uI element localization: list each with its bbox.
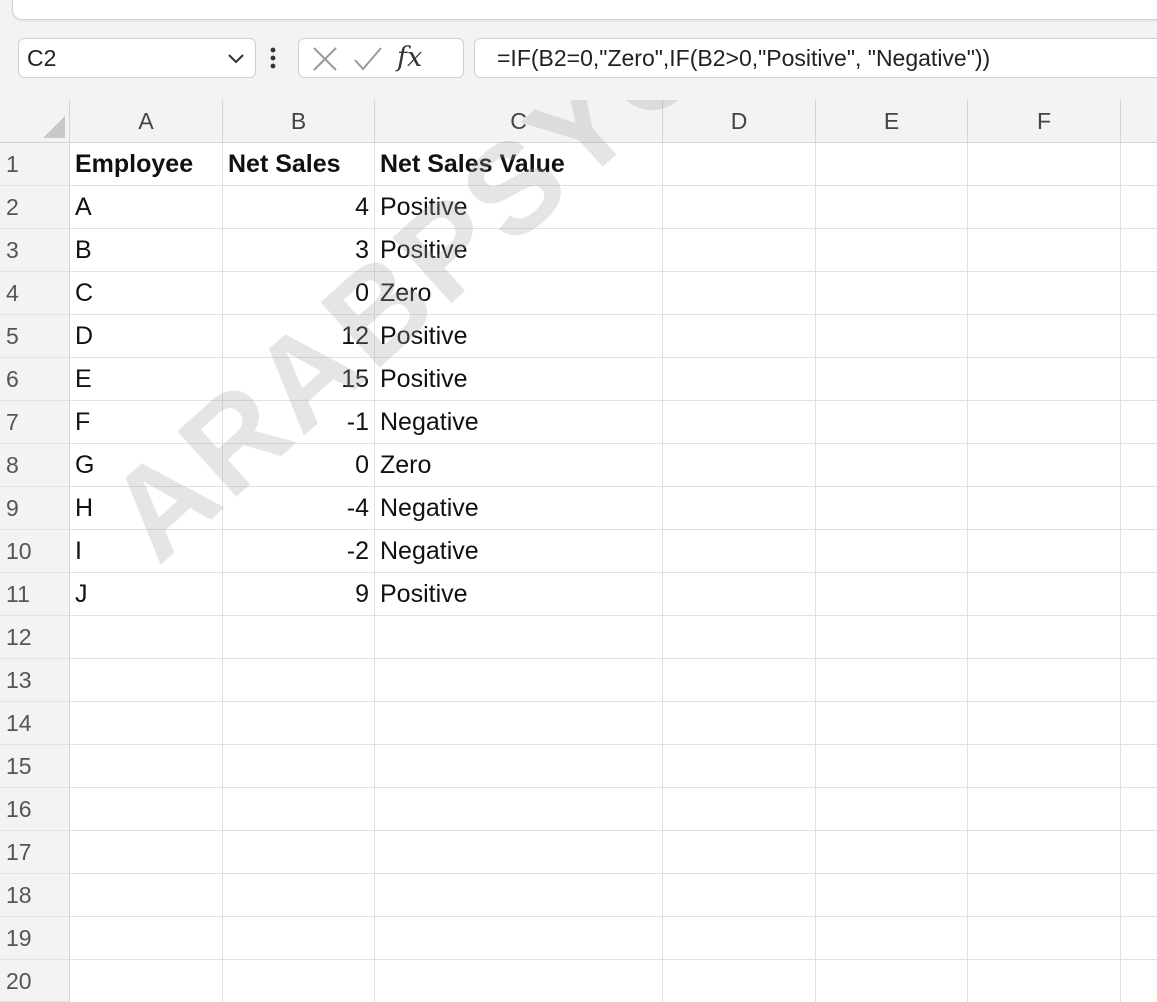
name-box[interactable]: C2	[18, 38, 256, 78]
row-header-2[interactable]: 2	[0, 186, 70, 229]
row-header-15[interactable]: 15	[0, 745, 70, 788]
cell-a6[interactable]: E	[70, 358, 223, 401]
row-header-6[interactable]: 6	[0, 358, 70, 401]
cell-c8[interactable]: Zero	[375, 444, 663, 487]
cell-a9[interactable]: H	[70, 487, 223, 530]
cell-b8[interactable]: 0	[223, 444, 375, 487]
insert-function-icon[interactable]: fx	[397, 41, 457, 77]
row-header-17[interactable]: 17	[0, 831, 70, 874]
cell-c9[interactable]: Negative	[375, 487, 663, 530]
column-header-b[interactable]: B	[223, 100, 375, 143]
row-header-14[interactable]: 14	[0, 702, 70, 745]
cell-a8[interactable]: G	[70, 444, 223, 487]
cell-b7[interactable]: -1	[223, 401, 375, 444]
more-vertical-icon[interactable]	[268, 41, 278, 75]
row-header-11[interactable]: 11	[0, 573, 70, 616]
column-header-c[interactable]: C	[375, 100, 663, 143]
cell-b10[interactable]: -2	[223, 530, 375, 573]
row-header-20[interactable]: 20	[0, 960, 70, 1002]
cell-b1[interactable]: Net Sales	[223, 143, 375, 186]
spreadsheet-grid[interactable]: A B C D E F 1 2 3 4 5 6 7 8 9 10 11 12 1…	[0, 100, 1157, 1002]
cell-c6[interactable]: Positive	[375, 358, 663, 401]
row-header-12[interactable]: 12	[0, 616, 70, 659]
row-header-5[interactable]: 5	[0, 315, 70, 358]
cell-a11[interactable]: J	[70, 573, 223, 616]
cell-b11[interactable]: 9	[223, 573, 375, 616]
cell-a10[interactable]: I	[70, 530, 223, 573]
cell-c10[interactable]: Negative	[375, 530, 663, 573]
cell-c3[interactable]: Positive	[375, 229, 663, 272]
column-header-d[interactable]: D	[663, 100, 816, 143]
cell-c2[interactable]: Positive	[375, 186, 663, 229]
cell-b2[interactable]: 4	[223, 186, 375, 229]
cell-b5[interactable]: 12	[223, 315, 375, 358]
cell-c11[interactable]: Positive	[375, 573, 663, 616]
row-header-19[interactable]: 19	[0, 917, 70, 960]
cell-b9[interactable]: -4	[223, 487, 375, 530]
select-all-triangle-icon	[43, 116, 65, 138]
column-header-f[interactable]: F	[968, 100, 1121, 143]
row-header-3[interactable]: 3	[0, 229, 70, 272]
cell-a7[interactable]: F	[70, 401, 223, 444]
cell-a4[interactable]: C	[70, 272, 223, 315]
formula-text[interactable]: =IF(B2=0,"Zero",IF(B2>0,"Positive", "Neg…	[497, 45, 990, 72]
row-header-4[interactable]: 4	[0, 272, 70, 315]
row-header-16[interactable]: 16	[0, 788, 70, 831]
cell-a1[interactable]: Employee	[70, 143, 223, 186]
row-header-9[interactable]: 9	[0, 487, 70, 530]
column-header-g[interactable]	[1121, 100, 1157, 143]
cell-c7[interactable]: Negative	[375, 401, 663, 444]
cell-c1[interactable]: Net Sales Value	[375, 143, 663, 186]
ribbon-card-edge	[12, 0, 1157, 20]
cell-b6[interactable]: 15	[223, 358, 375, 401]
top-strip	[0, 0, 1157, 22]
column-header-e[interactable]: E	[816, 100, 968, 143]
cell-b4[interactable]: 0	[223, 272, 375, 315]
row-header-8[interactable]: 8	[0, 444, 70, 487]
name-box-value[interactable]: C2	[27, 45, 56, 72]
column-header-a[interactable]: A	[70, 100, 223, 143]
chevron-down-icon[interactable]	[227, 51, 245, 67]
cell-a5[interactable]: D	[70, 315, 223, 358]
row-header-10[interactable]: 10	[0, 530, 70, 573]
cell-b3[interactable]: 3	[223, 229, 375, 272]
row-header-18[interactable]: 18	[0, 874, 70, 917]
cell-c4[interactable]: Zero	[375, 272, 663, 315]
enter-check-icon[interactable]	[353, 45, 383, 73]
formula-input[interactable]: =IF(B2=0,"Zero",IF(B2>0,"Positive", "Neg…	[474, 38, 1157, 78]
cell-a3[interactable]: B	[70, 229, 223, 272]
row-header-7[interactable]: 7	[0, 401, 70, 444]
row-header-13[interactable]: 13	[0, 659, 70, 702]
cancel-icon[interactable]	[311, 45, 339, 73]
select-all-corner[interactable]	[0, 100, 70, 143]
formula-bar: C2 fx =IF(B2=0,"Zero",IF(B2>0,"Positive"…	[0, 28, 1157, 92]
cell-c5[interactable]: Positive	[375, 315, 663, 358]
cell-a2[interactable]: A	[70, 186, 223, 229]
formula-buttons: fx	[298, 38, 464, 78]
row-header-1[interactable]: 1	[0, 143, 70, 186]
